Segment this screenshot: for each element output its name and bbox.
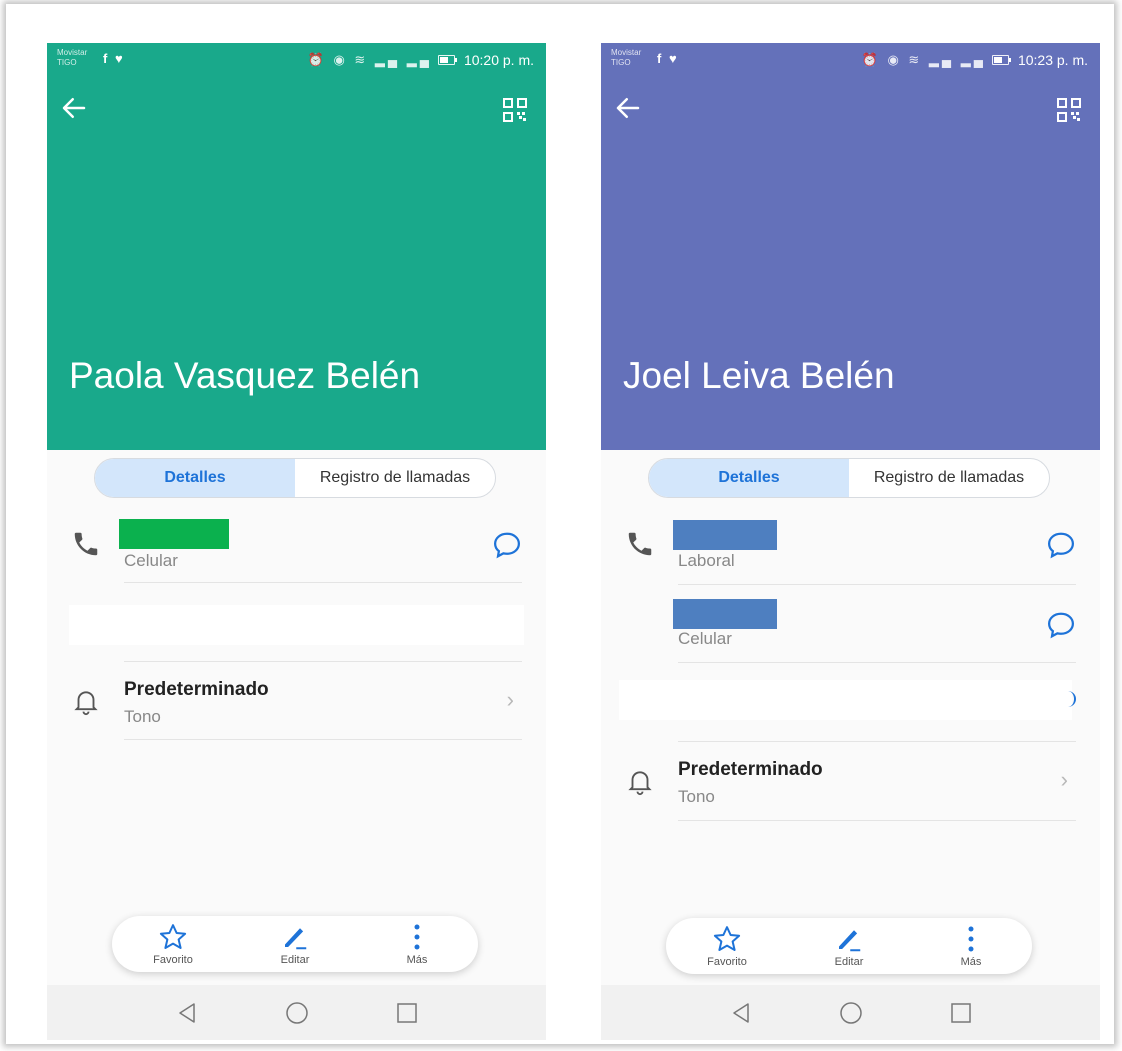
triangle-back-icon (732, 1002, 749, 1023)
ringtone-subtitle: Tono (678, 787, 715, 806)
notification-icons: f ♥ (657, 51, 679, 66)
divider (678, 662, 1076, 663)
phone-icon (74, 532, 98, 556)
carrier-label: Movistar TIGO (611, 48, 642, 67)
redacted-row (69, 605, 524, 645)
divider (678, 820, 1076, 821)
phone-icon (628, 532, 652, 556)
alarm-wifi-signal-icons: ⏰ ◉ ≋ ▂▄ ▂▄ (861, 52, 986, 67)
status-bar: Movistar TIGO f ♥ ⏰ ◉ ≋ ▂▄ ▂▄ 10:23 p. m… (601, 43, 1100, 79)
nav-recents-button[interactable] (943, 995, 979, 1031)
system-nav-bar (601, 985, 1100, 1040)
detail-tabs: Detalles Registro de llamadas (94, 458, 496, 498)
arrow-left-icon (616, 98, 640, 118)
tab-call-log[interactable]: Registro de llamadas (849, 459, 1049, 497)
nav-back-button[interactable] (723, 995, 759, 1031)
bell-icon (74, 691, 98, 716)
contact-header: Movistar TIGO f ♥ ⏰ ◉ ≋ ▂▄ ▂▄ 10:23 p. m… (601, 43, 1100, 450)
ringtone-row[interactable]: Predeterminado Tono › (601, 749, 1100, 821)
battery-icon (437, 55, 457, 65)
back-button[interactable] (613, 93, 653, 129)
ringtone-subtitle: Tono (124, 707, 161, 726)
divider (678, 584, 1076, 585)
more-vertical-icon (968, 926, 974, 952)
redacted-number (673, 520, 777, 550)
message-icon-partial (1068, 691, 1076, 707)
message-icon[interactable] (1046, 610, 1076, 640)
nav-recents-button[interactable] (389, 995, 425, 1031)
contact-action-bar: Favorito Editar Más (112, 916, 478, 972)
phone-row-work[interactable]: Laboral (601, 513, 1100, 585)
qr-code-icon (1057, 98, 1081, 122)
tab-details[interactable]: Detalles (649, 459, 849, 497)
redacted-number (673, 599, 777, 629)
nav-home-button[interactable] (279, 995, 315, 1031)
bell-icon (628, 771, 652, 796)
redacted-row (619, 680, 1072, 720)
divider (124, 661, 522, 662)
detail-tabs: Detalles Registro de llamadas (648, 458, 1050, 498)
triangle-back-icon (178, 1002, 195, 1023)
status-indicators: ⏰ ◉ ≋ ▂▄ ▂▄ 10:23 p. m. (862, 52, 1088, 68)
phone-type-label: Celular (124, 551, 178, 570)
contact-action-bar: Favorito Editar Más (666, 918, 1032, 974)
message-icon[interactable] (492, 530, 522, 560)
edit-button[interactable]: Editar (255, 922, 335, 966)
nav-back-button[interactable] (169, 995, 205, 1031)
pencil-icon (839, 930, 861, 952)
more-vertical-icon (414, 924, 420, 950)
system-nav-bar (47, 985, 546, 1040)
qr-code-button[interactable] (502, 97, 528, 123)
star-icon (159, 924, 187, 949)
divider (678, 741, 1076, 742)
edit-button[interactable]: Editar (809, 924, 889, 968)
more-button[interactable]: Más (931, 924, 1011, 968)
back-button[interactable] (59, 93, 99, 129)
redacted-number (119, 519, 229, 549)
square-recents-icon (950, 1002, 971, 1023)
status-indicators: ⏰ ◉ ≋ ▂▄ ▂▄ 10:20 p. m. (308, 52, 534, 68)
battery-icon (991, 55, 1011, 65)
phone-screen-right: Movistar TIGO f ♥ ⏰ ◉ ≋ ▂▄ ▂▄ 10:23 p. m… (601, 43, 1100, 1040)
contact-name: Paola Vasquez Belén (69, 355, 421, 396)
circle-home-icon (285, 1001, 308, 1024)
status-time: 10:20 p. m. (463, 52, 534, 68)
ringtone-row[interactable]: Predeterminado Tono › (47, 669, 546, 741)
status-bar: Movistar TIGO f ♥ ⏰ ◉ ≋ ▂▄ ▂▄ 10:20 p. m… (47, 43, 546, 79)
notification-icons: f ♥ (103, 51, 125, 66)
square-recents-icon (396, 1002, 417, 1023)
circle-home-icon (839, 1001, 862, 1024)
favorite-button[interactable]: Favorito (133, 922, 213, 966)
favorite-button[interactable]: Favorito (687, 924, 767, 968)
qr-code-button[interactable] (1056, 97, 1082, 123)
ringtone-title: Predeterminado (124, 679, 269, 700)
message-icon[interactable] (1046, 530, 1076, 560)
ringtone-title: Predeterminado (678, 759, 823, 780)
contact-header: Movistar TIGO f ♥ ⏰ ◉ ≋ ▂▄ ▂▄ 10:20 p. m… (47, 43, 546, 450)
pencil-icon (285, 928, 307, 950)
phone-row[interactable]: Celular (47, 513, 546, 585)
arrow-left-icon (62, 98, 86, 118)
divider (124, 739, 522, 740)
alarm-wifi-signal-icons: ⏰ ◉ ≋ ▂▄ ▂▄ (307, 52, 432, 67)
contact-name: Joel Leiva Belén (623, 355, 895, 396)
more-button[interactable]: Más (377, 922, 457, 966)
chevron-right-icon: › (506, 687, 514, 712)
tab-call-log[interactable]: Registro de llamadas (295, 459, 495, 497)
nav-home-button[interactable] (833, 995, 869, 1031)
chevron-right-icon: › (1060, 767, 1068, 792)
phone-screen-left: Movistar TIGO f ♥ ⏰ ◉ ≋ ▂▄ ▂▄ 10:20 p. m… (47, 43, 546, 1040)
divider (124, 582, 522, 583)
phone-type-label: Celular (678, 629, 732, 648)
phone-row-mobile[interactable]: Celular (601, 593, 1100, 663)
star-icon (713, 926, 741, 951)
carrier-label: Movistar TIGO (57, 48, 88, 67)
qr-code-icon (503, 98, 527, 122)
status-time: 10:23 p. m. (1017, 52, 1088, 68)
phone-type-label: Laboral (678, 551, 735, 570)
tab-details[interactable]: Detalles (95, 459, 295, 497)
